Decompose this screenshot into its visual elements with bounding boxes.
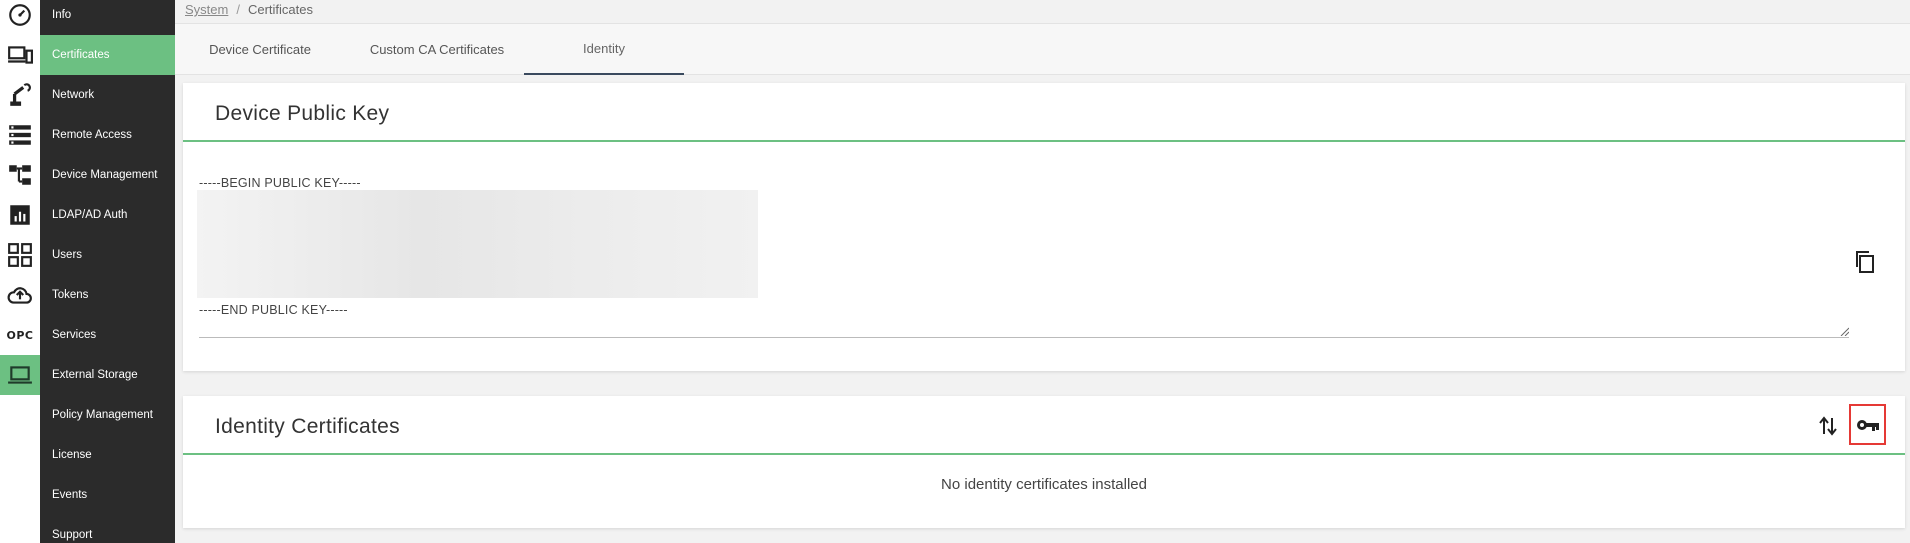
identity-certificates-card: Identity Certificates No identity certif… [183, 396, 1905, 528]
sidebar-item-label: License [52, 449, 92, 461]
robot-arm-icon[interactable] [0, 75, 40, 115]
main-content: System / Certificates Device Certificate… [175, 0, 1910, 543]
apps-grid-icon[interactable] [0, 235, 40, 275]
sort-arrows-icon [1819, 416, 1837, 436]
sidebar-item-label: Users [52, 249, 83, 261]
sidebar-item-certificates[interactable]: Certificates [40, 35, 175, 75]
sidebar-item-label: Network [52, 89, 95, 101]
sidebar-item-ldap-auth[interactable]: LDAP/AD Auth [40, 195, 175, 235]
sidebar-item-label: LDAP/AD Auth [52, 209, 128, 221]
bar-chart-icon[interactable] [0, 195, 40, 235]
sidebar-item-label: Info [52, 9, 72, 21]
devices-icon[interactable] [0, 35, 40, 75]
sidebar-item-label: Certificates [52, 49, 110, 61]
opc-label: OPC [6, 328, 34, 342]
copy-button[interactable] [1852, 247, 1878, 277]
icon-rail: OPC [0, 0, 40, 543]
redacted-key-content [197, 190, 758, 298]
sidebar-item-license[interactable]: License [40, 435, 175, 475]
public-key-end-line: -----END PUBLIC KEY----- [199, 303, 348, 317]
sidebar-nav: Info Certificates Network Remote Access … [40, 0, 175, 543]
breadcrumb-system-link[interactable]: System [185, 2, 228, 17]
breadcrumb-separator: / [236, 2, 240, 17]
breadcrumb-current: Certificates [247, 2, 313, 17]
sidebar-item-network[interactable]: Network [40, 75, 175, 115]
sidebar-item-external-storage[interactable]: External Storage [40, 355, 175, 395]
opc-icon[interactable]: OPC [0, 315, 40, 355]
sidebar-item-label: Services [52, 329, 97, 341]
tab-label: Identity [583, 41, 625, 56]
sidebar-item-policy-management[interactable]: Policy Management [40, 395, 175, 435]
sidebar-item-label: Events [52, 489, 88, 501]
tab-label: Device Certificate [209, 42, 311, 57]
sidebar-item-label: Support [52, 529, 93, 541]
tab-identity[interactable]: Identity [524, 24, 684, 75]
card-header: Identity Certificates [183, 396, 1905, 455]
sort-button[interactable] [1816, 414, 1840, 438]
server-list-icon[interactable] [0, 115, 40, 155]
laptop-icon[interactable] [0, 355, 40, 395]
sidebar-item-users[interactable]: Users [40, 235, 175, 275]
empty-state-message: No identity certificates installed [941, 476, 1147, 493]
public-key-textarea[interactable] [199, 337, 1849, 338]
sidebar-item-label: Remote Access [52, 129, 132, 141]
sidebar-item-services[interactable]: Services [40, 315, 175, 355]
card-title: Device Public Key [215, 102, 390, 125]
tab-bar: Device Certificate Custom CA Certificate… [175, 23, 1910, 75]
card-title: Identity Certificates [215, 415, 400, 438]
add-identity-key-button[interactable] [1849, 404, 1886, 445]
sidebar-item-label: Device Management [52, 169, 158, 181]
sidebar-item-tokens[interactable]: Tokens [40, 275, 175, 315]
card-header: Device Public Key [183, 83, 1905, 142]
breadcrumb: System / Certificates [185, 2, 313, 17]
tree-icon[interactable] [0, 155, 40, 195]
sidebar-item-label: External Storage [52, 369, 138, 381]
sidebar-item-support[interactable]: Support [40, 515, 175, 543]
sidebar-item-events[interactable]: Events [40, 475, 175, 515]
dashboard-icon[interactable] [0, 0, 40, 35]
sidebar-item-label: Policy Management [52, 409, 153, 421]
public-key-begin-line: -----BEGIN PUBLIC KEY----- [199, 176, 361, 190]
device-public-key-card: Device Public Key -----BEGIN PUBLIC KEY-… [183, 83, 1905, 371]
tab-custom-ca-certificates[interactable]: Custom CA Certificates [345, 24, 529, 75]
sidebar-item-info[interactable]: Info [40, 0, 175, 35]
cloud-upload-icon[interactable] [0, 275, 40, 315]
copy-icon [1856, 251, 1874, 273]
tab-label: Custom CA Certificates [369, 42, 505, 57]
sidebar-item-remote-access[interactable]: Remote Access [40, 115, 175, 155]
sidebar-item-device-management[interactable]: Device Management [40, 155, 175, 195]
resize-handle-icon[interactable] [1839, 326, 1849, 336]
key-icon [1856, 419, 1879, 431]
tab-device-certificate[interactable]: Device Certificate [175, 24, 345, 75]
sidebar-item-label: Tokens [52, 289, 89, 301]
